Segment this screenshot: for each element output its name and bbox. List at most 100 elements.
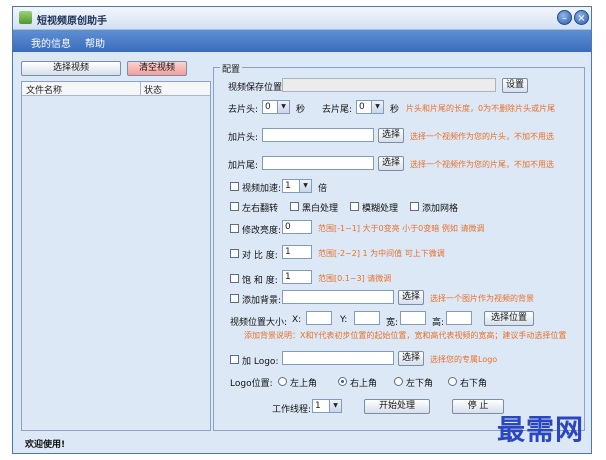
logo-label: 加 Logo: xyxy=(242,357,279,367)
speed-checkbox[interactable] xyxy=(230,182,239,191)
chevron-down-icon: ▼ xyxy=(277,101,289,113)
background-input[interactable] xyxy=(282,290,394,304)
app-logo-icon xyxy=(19,11,32,24)
position-hint: 添加背景说明：X和Y代表初步位置的起始位置，宽和高代表视频的宽高；建议手动选择位… xyxy=(244,331,567,340)
brightness-input[interactable]: 0 xyxy=(282,220,312,234)
logo-pos-top-left-radio[interactable] xyxy=(278,377,287,386)
logo-position-label: Logo位置: xyxy=(230,379,273,389)
trim-tail-unit: 秒 xyxy=(390,105,400,115)
add-head-label: 加片头: xyxy=(228,133,259,143)
trim-head-select[interactable]: 0 ▼ xyxy=(262,100,290,114)
saturation-label: 饱 和 度: xyxy=(242,276,278,286)
column-status[interactable]: 状态 xyxy=(144,83,162,96)
add-head-input[interactable] xyxy=(262,128,374,142)
position-y-label: Y: xyxy=(340,315,348,325)
trim-tail-value: 0 xyxy=(359,102,365,112)
position-y-input[interactable] xyxy=(354,311,380,325)
chevron-down-icon: ▼ xyxy=(371,101,383,113)
grid-label: 添加网格 xyxy=(422,204,459,214)
logo-checkbox[interactable] xyxy=(230,355,239,364)
save-location-input[interactable] xyxy=(282,78,496,92)
position-x-input[interactable] xyxy=(306,311,332,325)
threads-value: 1 xyxy=(315,401,321,411)
grid-checkbox[interactable] xyxy=(410,202,419,211)
menu-help[interactable]: 帮助 xyxy=(85,35,105,50)
blur-label: 模糊处理 xyxy=(362,204,399,214)
clear-videos-button[interactable]: 清空视频 xyxy=(127,61,187,76)
trim-head-unit: 秒 xyxy=(296,105,306,115)
status-bar-text: 欢迎使用! xyxy=(25,440,66,450)
blur-checkbox[interactable] xyxy=(350,202,359,211)
logo-pos-bottom-right-label: 右下角 xyxy=(460,379,488,389)
background-checkbox[interactable] xyxy=(230,294,239,303)
window-title: 短视频原创助手 xyxy=(37,16,107,27)
brightness-hint: 范围[-1~1] 大于0变亮 小于0变暗 例如 请微调 xyxy=(318,224,485,233)
speed-select[interactable]: 1 ▼ xyxy=(282,179,312,193)
contrast-input[interactable]: 1 xyxy=(282,245,312,259)
flip-checkbox[interactable] xyxy=(230,202,239,211)
column-filename[interactable]: 文件名称 xyxy=(26,83,62,96)
add-head-select-button[interactable]: 选择 xyxy=(378,128,404,143)
save-location-label: 视频保存位置: xyxy=(228,83,286,93)
select-position-button[interactable]: 选择位置 xyxy=(484,311,534,326)
trim-tail-select[interactable]: 0 ▼ xyxy=(356,100,384,114)
speed-unit: 倍 xyxy=(318,184,328,194)
menu-bar: 我的信息 帮助 xyxy=(13,30,591,52)
select-video-button[interactable]: 选择视频 xyxy=(21,61,121,76)
position-w-label: 宽: xyxy=(386,318,399,328)
brightness-label: 修改亮度: xyxy=(242,226,282,236)
saturation-input[interactable]: 1 xyxy=(282,270,312,284)
background-label: 添加背景: xyxy=(242,296,282,306)
logo-pos-bottom-left-radio[interactable] xyxy=(394,377,403,386)
add-tail-input[interactable] xyxy=(262,156,374,170)
position-h-label: 高: xyxy=(432,318,445,328)
logo-pos-bottom-right-radio[interactable] xyxy=(448,377,457,386)
chevron-down-icon: ▼ xyxy=(329,400,341,412)
position-h-input[interactable] xyxy=(446,311,472,325)
trim-tail-label: 去片尾: xyxy=(322,105,353,115)
brightness-checkbox[interactable] xyxy=(230,224,239,233)
save-location-set-button[interactable]: 设置 xyxy=(502,78,528,93)
config-legend: 配置 xyxy=(220,62,243,75)
logo-pos-top-right-label: 右上角 xyxy=(350,379,378,389)
trim-head-label: 去片头: xyxy=(228,105,259,115)
logo-select-button[interactable]: 选择 xyxy=(398,351,424,366)
contrast-hint: 范围[-2~2] 1 为中间值 可上下微调 xyxy=(318,249,445,258)
close-button[interactable]: × xyxy=(574,10,589,25)
logo-pos-top-left-label: 左上角 xyxy=(290,379,318,389)
file-list[interactable]: 文件名称 状态 xyxy=(21,81,211,431)
app-window: 短视频原创助手 – × 我的信息 帮助 选择视频 清空视频 文件名称 状态 配置… xyxy=(12,6,592,454)
background-select-button[interactable]: 选择 xyxy=(398,290,424,305)
contrast-label: 对 比 度: xyxy=(242,251,278,261)
logo-hint: 选择您的专属Logo xyxy=(430,355,498,364)
position-label: 视频位置大小: xyxy=(230,318,288,328)
start-processing-button[interactable]: 开始处理 xyxy=(364,399,430,414)
add-tail-hint: 选择一个视频作为您的片尾，不加不用选 xyxy=(410,160,554,169)
trim-hint: 片头和片尾的长度，0为不删除片头或片尾 xyxy=(406,104,556,113)
add-head-hint: 选择一个视频作为您的片头，不加不用选 xyxy=(410,132,554,141)
config-group: 配置 视频保存位置: 设置 去片头: 0 ▼ 秒 去片尾: 0 ▼ 秒 片头和片尾的… xyxy=(213,62,585,431)
grayscale-label: 黑白处理 xyxy=(302,204,339,214)
menu-my-info[interactable]: 我的信息 xyxy=(31,35,71,50)
logo-input[interactable] xyxy=(282,351,394,365)
saturation-hint: 范围[0.1~3] 请微调 xyxy=(318,274,392,283)
threads-select[interactable]: 1 ▼ xyxy=(312,399,342,413)
speed-value: 1 xyxy=(285,181,291,191)
saturation-checkbox[interactable] xyxy=(230,274,239,283)
grayscale-checkbox[interactable] xyxy=(290,202,299,211)
logo-pos-bottom-left-label: 左下角 xyxy=(406,379,434,389)
watermark: 最需网 xyxy=(497,413,585,446)
add-tail-select-button[interactable]: 选择 xyxy=(378,156,404,171)
position-w-input[interactable] xyxy=(400,311,426,325)
contrast-checkbox[interactable] xyxy=(230,249,239,258)
background-hint: 选择一个图片作为视频的背景 xyxy=(430,294,534,303)
threads-label: 工作线程: xyxy=(272,405,312,415)
chevron-down-icon: ▼ xyxy=(299,180,311,192)
flip-label: 左右翻转 xyxy=(242,204,279,214)
minimize-button[interactable]: – xyxy=(557,10,572,25)
logo-pos-top-right-radio[interactable] xyxy=(338,377,347,386)
trim-head-value: 0 xyxy=(265,102,271,112)
title-bar: 短视频原创助手 – × xyxy=(13,7,591,30)
speed-label: 视频加速: xyxy=(242,184,282,194)
add-tail-label: 加片尾: xyxy=(228,161,259,171)
